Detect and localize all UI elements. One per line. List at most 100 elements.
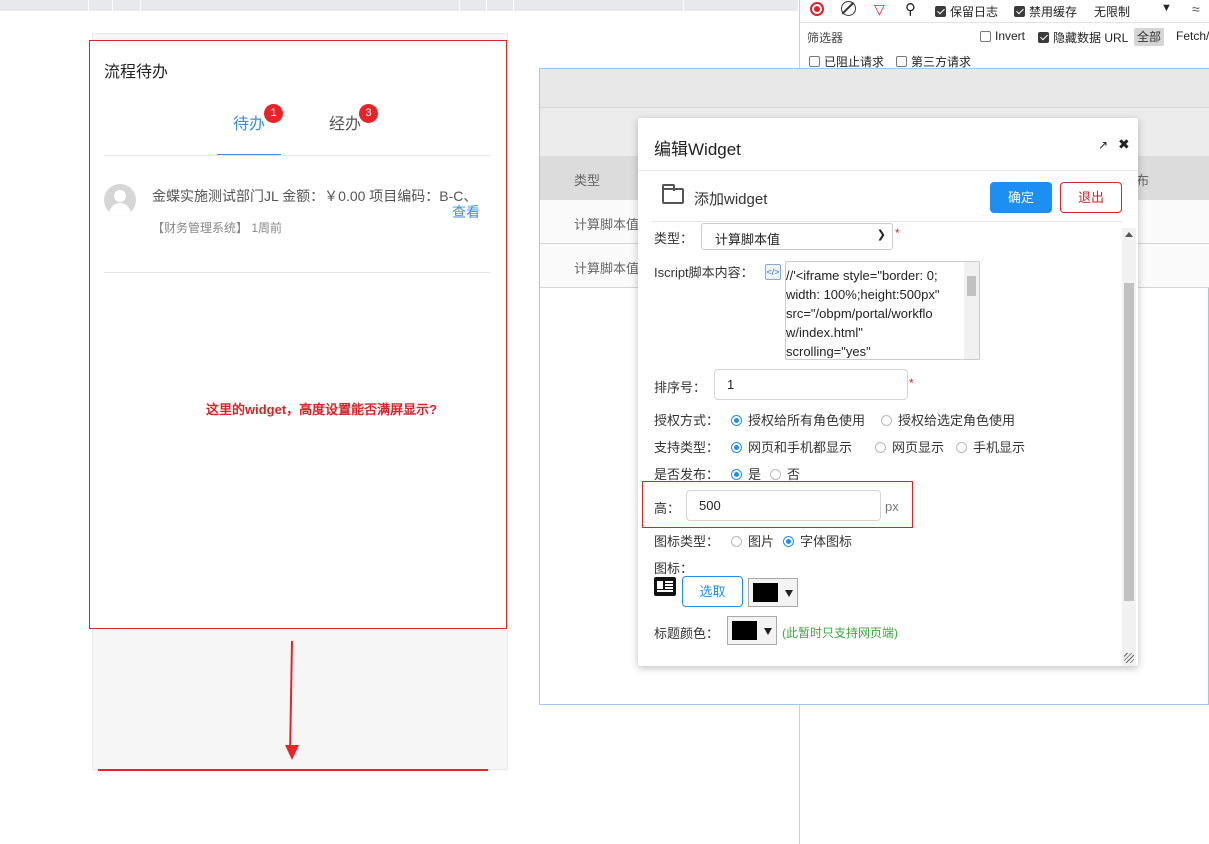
dialog-scrollbar[interactable] bbox=[1122, 228, 1136, 666]
list-item-meta: 【财务管理系统】 1周前 bbox=[152, 221, 283, 235]
required-mark: * bbox=[909, 376, 914, 390]
checkbox-icon bbox=[896, 56, 907, 67]
filter-chip-all[interactable]: 全部 bbox=[1134, 28, 1165, 46]
list-divider bbox=[104, 272, 490, 273]
hide-data-urls-checkbox[interactable]: 隐藏数据 URL bbox=[1038, 29, 1128, 46]
list-item-text[interactable]: 金蝶实施测试部门JL 金额：￥0.00 项目编码：B-C、 bbox=[152, 186, 490, 206]
view-link[interactable]: 查看 bbox=[452, 202, 480, 222]
height-unit: px bbox=[885, 499, 899, 514]
support-option-web[interactable]: 网页显示 bbox=[875, 437, 944, 456]
checkbox-icon bbox=[935, 6, 946, 17]
strip-divider bbox=[140, 0, 141, 11]
filter-chip-fetch[interactable]: Fetch/ bbox=[1176, 29, 1209, 43]
record-icon[interactable] bbox=[810, 2, 824, 16]
checkbox-icon bbox=[809, 56, 820, 67]
avatar-body bbox=[109, 203, 131, 216]
devtools-filter-row: 筛选器 Invert 隐藏数据 URL 全部 Fetch/ bbox=[800, 26, 1209, 48]
color-swatch bbox=[732, 621, 757, 640]
avatar-head bbox=[114, 190, 126, 202]
dialog-subtitle: 添加widget bbox=[694, 191, 768, 208]
height-label: 高： bbox=[654, 501, 681, 516]
strip-divider bbox=[88, 0, 89, 11]
scroll-up-arrow-icon[interactable] bbox=[1125, 232, 1133, 237]
code-editor-icon[interactable]: </> bbox=[765, 264, 781, 280]
radio-icon bbox=[875, 442, 886, 453]
search-icon[interactable]: ⚲ bbox=[905, 0, 916, 18]
icon-type-label: 图标类型： bbox=[654, 534, 720, 549]
tab-handled[interactable]: 经办 bbox=[329, 110, 361, 134]
script-content: //'<iframe style="border: 0; width: 100%… bbox=[786, 268, 940, 358]
icon-color-select[interactable] bbox=[748, 578, 798, 607]
devtools-filter-row-2: 已阻止请求 第三方请求 bbox=[800, 50, 1209, 70]
dialog-scroll-thumb[interactable] bbox=[1124, 283, 1134, 601]
textarea-scrollbar[interactable] bbox=[964, 262, 979, 359]
height-input[interactable]: 500 bbox=[686, 490, 881, 521]
filter-label[interactable]: 筛选器 bbox=[807, 29, 843, 46]
checkbox-icon bbox=[1014, 6, 1025, 17]
support-label: 支持类型： bbox=[654, 440, 720, 455]
preserve-log-checkbox[interactable]: 保留日志 bbox=[935, 3, 998, 20]
radio-icon bbox=[731, 536, 742, 547]
filter-icon[interactable]: ▽ bbox=[874, 1, 885, 18]
invert-checkbox[interactable]: Invert bbox=[980, 29, 1025, 43]
browser-tab-strip bbox=[0, 0, 798, 11]
radio-icon bbox=[881, 415, 892, 426]
icon-type-font[interactable]: 字体图标 bbox=[783, 531, 852, 550]
script-label: Iscript脚本内容： bbox=[654, 265, 754, 280]
tab-todo[interactable]: 待办 bbox=[233, 110, 265, 134]
open-external-icon[interactable]: ↗ bbox=[1098, 138, 1108, 152]
exit-button[interactable]: 退出 bbox=[1060, 182, 1122, 213]
strip-divider bbox=[112, 0, 113, 11]
icon-type-image[interactable]: 图片 bbox=[731, 531, 774, 550]
caret-down-icon: ▼ bbox=[1161, 2, 1172, 14]
annotation-arrow-head bbox=[285, 745, 299, 760]
close-icon[interactable]: ✖ bbox=[1118, 136, 1130, 153]
disable-cache-checkbox[interactable]: 禁用缓存 bbox=[1014, 3, 1077, 20]
radio-icon bbox=[731, 442, 742, 453]
dialog-subheader-divider bbox=[652, 221, 1122, 222]
support-option-both[interactable]: 网页和手机都显示 bbox=[731, 437, 852, 456]
annotation-bottom-line bbox=[98, 769, 488, 771]
pick-icon-button[interactable]: 选取 bbox=[682, 576, 743, 607]
radio-icon bbox=[956, 442, 967, 453]
checkbox-icon bbox=[1038, 32, 1049, 43]
folder-icon bbox=[662, 184, 684, 204]
throttle-select[interactable]: 无限制 ▼ bbox=[1091, 1, 1189, 20]
tabs-divider bbox=[104, 155, 490, 156]
clear-icon[interactable] bbox=[841, 1, 856, 16]
dialog-header-divider bbox=[638, 170, 1138, 171]
strip-divider bbox=[459, 0, 460, 11]
title-color-label: 标题颜色： bbox=[654, 626, 720, 641]
network-conditions-icon[interactable]: ≈ bbox=[1192, 1, 1200, 17]
edit-widget-dialog: 编辑Widget ↗ ✖ 添加widget 确定 退出 类型： 计算脚本值 ❯ … bbox=[638, 118, 1138, 666]
strip-divider bbox=[683, 0, 684, 11]
confirm-button[interactable]: 确定 bbox=[990, 182, 1052, 213]
auth-option-all[interactable]: 授权给所有角色使用 bbox=[731, 410, 865, 429]
auth-label: 授权方式： bbox=[654, 413, 720, 428]
handled-count-badge: 3 bbox=[359, 104, 378, 123]
table-cell-type: 计算脚本值 bbox=[574, 217, 640, 232]
resize-grip-icon[interactable] bbox=[1124, 653, 1134, 663]
radio-icon bbox=[731, 469, 742, 480]
table-cell-type: 计算脚本值 bbox=[574, 261, 640, 276]
textarea-scroll-thumb[interactable] bbox=[967, 276, 976, 296]
type-label: 类型： bbox=[654, 231, 694, 246]
radio-icon bbox=[770, 469, 781, 480]
newspaper-icon bbox=[654, 577, 676, 596]
title-color-note: (此暂时只支持网页端) bbox=[782, 626, 898, 640]
checkbox-icon bbox=[980, 30, 991, 42]
script-textarea[interactable]: //'<iframe style="border: 0; width: 100%… bbox=[785, 261, 980, 360]
title-color-select[interactable] bbox=[727, 616, 777, 645]
radio-icon bbox=[731, 415, 742, 426]
chevron-down-icon: ❯ bbox=[876, 229, 886, 241]
auth-option-selected[interactable]: 授权给选定角色使用 bbox=[881, 410, 1015, 429]
annotation-question: 这里的widget，高度设置能否满屏显示? bbox=[206, 402, 438, 417]
type-select[interactable]: 计算脚本值 ❯ bbox=[701, 223, 893, 250]
avatar bbox=[104, 184, 136, 216]
strip-divider bbox=[486, 0, 487, 11]
order-input[interactable]: 1 bbox=[714, 369, 908, 400]
devtools-toolbar: ▽ ⚲ 保留日志 禁用缓存 无限制 ▼ ≈ bbox=[800, 0, 1209, 23]
support-option-mobile[interactable]: 手机显示 bbox=[956, 437, 1025, 456]
required-mark: * bbox=[895, 226, 900, 240]
caret-down-icon bbox=[785, 590, 793, 597]
